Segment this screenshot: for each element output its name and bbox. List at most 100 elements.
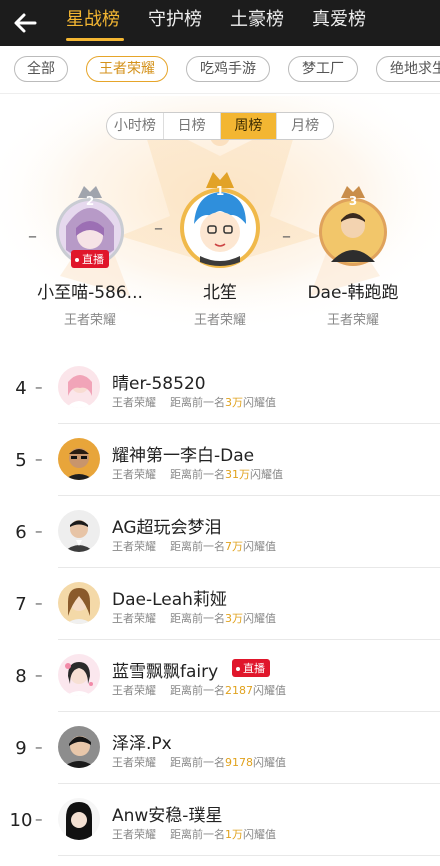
list-item[interactable]: 4 – 晴er-58520 王者荣耀 距离前一名3万闪耀值 — [0, 352, 440, 424]
list-item[interactable]: 5 – 耀神第一李白-Dae 王者荣耀 距离前一名31万闪耀值 — [0, 424, 440, 496]
podium-first[interactable]: 1 – 北笙 王者荣耀 — [154, 166, 280, 328]
rank-trend: – — [35, 450, 43, 468]
podium-third[interactable]: 3 – Dae-韩跑跑 王者荣耀 — [282, 180, 416, 328]
gap-value: 31万 — [225, 468, 250, 481]
avatar — [58, 366, 100, 408]
podium-trend: – — [28, 226, 37, 247]
podium-game: 王者荣耀 — [326, 313, 379, 328]
chip-pubg[interactable]: 绝地求生 — [376, 56, 440, 82]
podium-avatar: 3 — [313, 180, 393, 270]
avatar — [58, 726, 100, 768]
avatar — [58, 510, 100, 552]
game-label: 王者荣耀 — [112, 612, 156, 625]
rank-number: 7 — [15, 594, 27, 615]
rank-number: 5 — [15, 450, 27, 471]
gap-prefix: 距离前一名 — [170, 468, 225, 481]
streamer-name: 泽泽.Px — [112, 734, 172, 754]
gap-prefix: 距离前一名 — [170, 756, 225, 769]
chip-honor-of-kings[interactable]: 王者荣耀 — [86, 56, 168, 82]
gap-suffix: 闪耀值 — [253, 756, 286, 769]
row-subtitle: 王者荣耀 距离前一名7万闪耀值 — [112, 538, 276, 554]
avatar — [58, 654, 100, 696]
chip-pubg-mobile[interactable]: 吃鸡手游 — [186, 56, 270, 82]
list-item[interactable]: 9 – 泽泽.Px 王者荣耀 距离前一名9178闪耀值 — [0, 712, 440, 784]
podium-game: 王者荣耀 — [63, 313, 116, 328]
rank-trend: – — [35, 738, 43, 756]
podium-game: 王者荣耀 — [193, 313, 246, 328]
streamer-name: 蓝雪飘飘fairy — [112, 662, 219, 682]
live-dot-icon — [75, 258, 79, 262]
podium-avatar: 2 直播 — [50, 180, 130, 270]
tab-true-love[interactable]: 真爱榜 — [312, 8, 366, 38]
gap-value: 3万 — [225, 612, 243, 625]
rank-trend: – — [35, 594, 43, 612]
rank-trend: – — [35, 666, 43, 684]
gap-value: 2187 — [225, 684, 253, 697]
period-daily[interactable]: 日榜 — [164, 113, 221, 139]
live-badge-label: 直播 — [82, 253, 104, 266]
podium-rank: 1 — [215, 184, 225, 198]
period-segment: 小时榜 日榜 周榜 月榜 — [106, 112, 334, 140]
row-subtitle: 王者荣耀 距离前一名3万闪耀值 — [112, 394, 276, 410]
rank-number: 8 — [15, 666, 27, 687]
list-item[interactable]: 10 – Anw安稳-璞星 王者荣耀 距离前一名1万闪耀值 — [0, 784, 440, 856]
gap-suffix: 闪耀值 — [250, 468, 283, 481]
period-monthly[interactable]: 月榜 — [277, 113, 333, 139]
tab-star-battle[interactable]: 星战榜 — [66, 8, 120, 38]
list-item[interactable]: 7 – Dae-Leah莉娅 王者荣耀 距离前一名3万闪耀值 — [0, 568, 440, 640]
rank-number: 6 — [15, 522, 27, 543]
back-arrow-icon[interactable] — [8, 6, 42, 40]
list-item[interactable]: 8 – 蓝雪飘飘fairy 直播 王者荣耀 距离前一名2187闪耀值 — [0, 640, 440, 712]
gap-suffix: 闪耀值 — [253, 684, 286, 697]
live-badge: 直播 — [71, 250, 109, 268]
divider — [58, 855, 440, 856]
rank-number: 10 — [9, 810, 33, 831]
row-subtitle: 王者荣耀 距离前一名2187闪耀值 — [112, 682, 286, 698]
gap-value: 1万 — [225, 828, 243, 841]
rank-trend: – — [35, 522, 43, 540]
gap-value: 7万 — [225, 540, 243, 553]
row-subtitle: 王者荣耀 距离前一名3万闪耀值 — [112, 610, 276, 626]
streamer-name: Anw安稳-璞星 — [112, 806, 223, 826]
chip-dream-factory[interactable]: 梦工厂 — [288, 56, 358, 82]
avatar — [58, 438, 100, 480]
avatar — [58, 582, 100, 624]
rank-number: 9 — [15, 738, 27, 759]
podium-rank: 3 — [348, 194, 358, 208]
podium-rank: 2 — [85, 194, 95, 208]
podium-second[interactable]: 2 直播 – 小至喵-586... 王者荣耀 — [26, 180, 154, 328]
tab-guardian[interactable]: 守护榜 — [148, 8, 202, 38]
gap-prefix: 距离前一名 — [170, 396, 225, 409]
streamer-name: 耀神第一李白-Dae — [112, 446, 255, 466]
podium-trend: – — [282, 226, 291, 247]
active-tab-indicator — [66, 38, 124, 41]
list-item[interactable]: 6 – AG超玩会梦泪 王者荣耀 距离前一名7万闪耀值 — [0, 496, 440, 568]
tab-tycoon[interactable]: 土豪榜 — [230, 8, 284, 38]
row-subtitle: 王者荣耀 距离前一名1万闪耀值 — [112, 826, 276, 842]
gap-value: 9178 — [225, 756, 253, 769]
game-label: 王者荣耀 — [112, 396, 156, 409]
live-badge: 直播 — [232, 659, 270, 677]
gap-value: 3万 — [225, 396, 243, 409]
gap-prefix: 距离前一名 — [170, 828, 225, 841]
period-weekly[interactable]: 周榜 — [220, 113, 278, 139]
podium-name: 小至喵-586... — [37, 283, 143, 303]
podium-trend: – — [154, 218, 163, 239]
top-bar: 星战榜 守护榜 土豪榜 真爱榜 — [0, 0, 440, 46]
rank-number: 4 — [15, 378, 27, 399]
gap-suffix: 闪耀值 — [243, 612, 276, 625]
gap-prefix: 距离前一名 — [170, 540, 225, 553]
game-label: 王者荣耀 — [112, 828, 156, 841]
streamer-name: 晴er-58520 — [112, 374, 206, 394]
ranking-list: 4 – 晴er-58520 王者荣耀 距离前一名3万闪耀值 5 – 耀神第一李白-… — [0, 352, 440, 856]
game-label: 王者荣耀 — [112, 684, 156, 697]
streamer-name: AG超玩会梦泪 — [112, 518, 222, 538]
game-label: 王者荣耀 — [112, 468, 156, 481]
rank-trend: – — [35, 810, 43, 828]
podium-name: 北笙 — [203, 283, 237, 303]
period-hourly[interactable]: 小时榜 — [107, 113, 164, 139]
chip-all[interactable]: 全部 — [14, 56, 68, 82]
podium-avatar: 1 — [176, 166, 264, 270]
gap-suffix: 闪耀值 — [243, 828, 276, 841]
gap-suffix: 闪耀值 — [243, 540, 276, 553]
